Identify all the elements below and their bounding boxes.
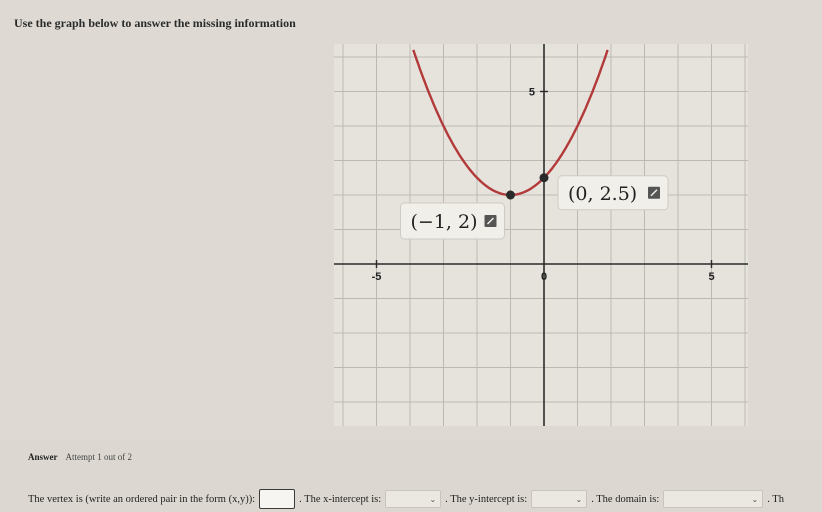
answer-heading: Answer bbox=[28, 452, 58, 462]
vertex-input[interactable] bbox=[259, 489, 296, 509]
x-tick-label: 5 bbox=[708, 271, 714, 283]
question-line: The vertex is (write an ordered pair in … bbox=[28, 489, 784, 509]
y-tick-label: 5 bbox=[529, 87, 535, 99]
vertex-prompt: The vertex is (write an ordered pair in … bbox=[28, 493, 256, 505]
point-label: (−1, 2) bbox=[411, 211, 478, 233]
next-prompt: . Th bbox=[767, 493, 784, 505]
graph-background bbox=[334, 44, 748, 426]
y-intercept-dropdown[interactable]: ⌄ bbox=[531, 490, 588, 508]
chevron-down-icon: ⌄ bbox=[751, 494, 759, 504]
plotted-point bbox=[539, 173, 549, 183]
chevron-down-icon: ⌄ bbox=[429, 494, 437, 504]
point-label: (0, 2.5) bbox=[568, 183, 637, 205]
answer-header: Answer Attempt 1 out of 2 bbox=[28, 452, 132, 462]
y-intercept-prompt: . The y-intercept is: bbox=[445, 493, 528, 505]
chevron-down-icon: ⌄ bbox=[575, 494, 583, 504]
x-intercept-dropdown[interactable]: ⌄ bbox=[385, 490, 442, 508]
domain-dropdown[interactable]: ⌄ bbox=[663, 490, 764, 508]
domain-prompt: . The domain is: bbox=[591, 493, 660, 505]
graph: -5 0 5 5 (−1, 2) (0, 2.5) bbox=[334, 44, 748, 426]
graph-canvas: -5 0 5 5 (−1, 2) (0, 2.5) bbox=[334, 44, 748, 426]
attempt-counter: Attempt 1 out of 2 bbox=[65, 452, 133, 462]
x-tick-label: -5 bbox=[372, 271, 382, 283]
plotted-point bbox=[506, 190, 515, 200]
x-intercept-prompt: . The x-intercept is: bbox=[299, 493, 382, 505]
x-tick-label: 0 bbox=[541, 271, 547, 283]
instruction-text: Use the graph below to answer the missin… bbox=[14, 16, 296, 30]
